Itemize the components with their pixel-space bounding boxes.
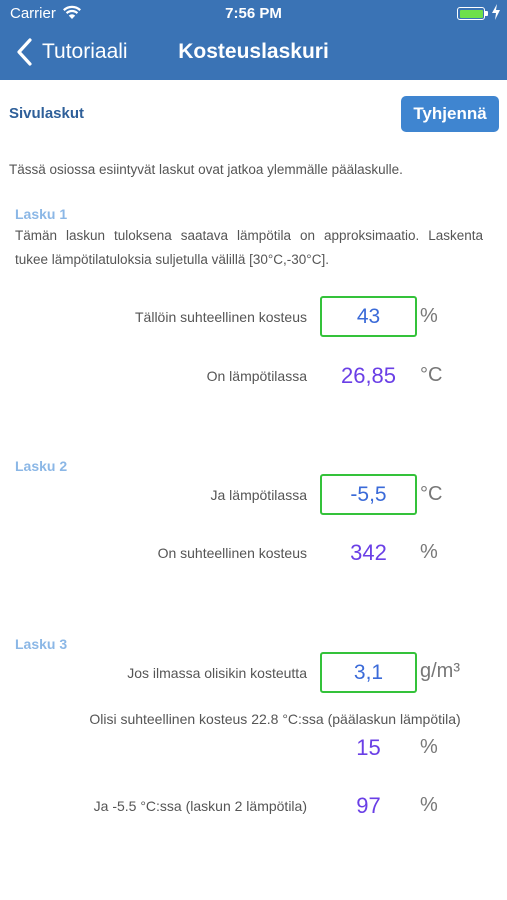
lasku1-temp-label: On lämpötilassa [206,368,307,384]
battery-icon [457,7,485,20]
lasku2-humidity-unit: % [420,541,438,563]
navigation-bar: Carrier 7:56 PM Tutoriaali Kosteuslaskur… [0,0,507,80]
lasku3-rh-main-label: Olisi suhteellinen kosteus 22.8 °C:ssa (… [89,711,461,727]
status-time: 7:56 PM [225,5,282,22]
lasku3-moisture-label: Jos ilmassa olisikin kosteutta [127,665,307,681]
lasku2-title: Lasku 2 [15,458,68,474]
lasku3-rh-main-value: 15 [356,735,381,760]
lasku2-humidity-value: 342 [350,540,387,565]
lasku3-rh-l2-label: Ja -5.5 °C:ssa (laskun 2 lämpötila) [93,798,307,814]
lasku3-rh-l2-unit: % [420,794,438,816]
charging-bolt-icon [491,4,501,24]
intro-text: Tässä osiossa esiintyvät laskut ovat jat… [9,162,403,177]
lasku1-humidity-unit: % [420,305,438,327]
battery-tip [485,11,488,16]
lasku2-temp-label: Ja lämpötilassa [210,487,308,503]
lasku1-temp-value: 26,85 [340,363,397,388]
lasku1-temp-unit: °C [420,364,443,386]
lasku2-temp-unit: °C [420,483,443,505]
lasku3-moisture-input[interactable]: 3,1 [320,652,417,693]
lasku3-title: Lasku 3 [15,636,68,652]
lasku1-humidity-input[interactable]: 43 [320,296,417,337]
lasku3-rh-main-unit: % [420,736,438,758]
lasku1-description: Tämän laskun tuloksena saatava lämpötila… [15,228,483,267]
lasku2-temp-input[interactable]: -5,5 [320,474,417,515]
lasku3-moisture-unit: g/m³ [420,660,460,682]
lasku1-title: Lasku 1 [15,206,68,222]
clear-button[interactable]: Tyhjennä [401,96,499,132]
section-title: Sivulaskut [9,105,85,122]
lasku2-humidity-label: On suhteellinen kosteus [157,545,307,561]
lasku1-humidity-label: Tällöin suhteellinen kosteus [135,309,307,325]
lasku3-rh-l2-value: 97 [356,793,381,818]
page-title: Kosteuslaskuri [178,40,329,63]
status-bar: Carrier 7:56 PM [0,0,507,28]
